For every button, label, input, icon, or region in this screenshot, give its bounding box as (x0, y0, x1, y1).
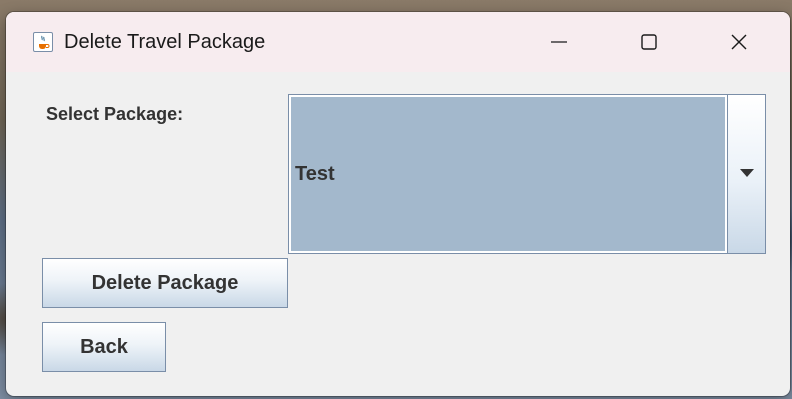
delete-package-button-label: Delete Package (91, 271, 239, 294)
title-bar: Delete Travel Package (6, 12, 790, 72)
maximize-icon (639, 32, 659, 52)
java-cup-icon (33, 32, 53, 52)
package-combo-box[interactable]: Test (288, 94, 766, 254)
window-title: Delete Travel Package (64, 31, 266, 53)
close-icon (729, 32, 749, 52)
delete-package-button[interactable]: Delete Package (42, 258, 288, 308)
minimize-button[interactable] (536, 12, 582, 72)
chevron-down-icon (739, 165, 755, 183)
delete-package-window: Delete Travel Package Select Package: Te… (6, 12, 790, 396)
back-button[interactable]: Back (42, 322, 166, 372)
selected-package-text: Test (295, 162, 335, 185)
package-combo-selected-value[interactable]: Test (291, 97, 725, 251)
close-button[interactable] (716, 12, 762, 72)
select-package-label: Select Package: (46, 104, 184, 124)
minimize-icon (549, 32, 569, 52)
maximize-button[interactable] (626, 12, 672, 72)
back-button-label: Back (80, 335, 128, 358)
combo-dropdown-button[interactable] (727, 95, 765, 253)
